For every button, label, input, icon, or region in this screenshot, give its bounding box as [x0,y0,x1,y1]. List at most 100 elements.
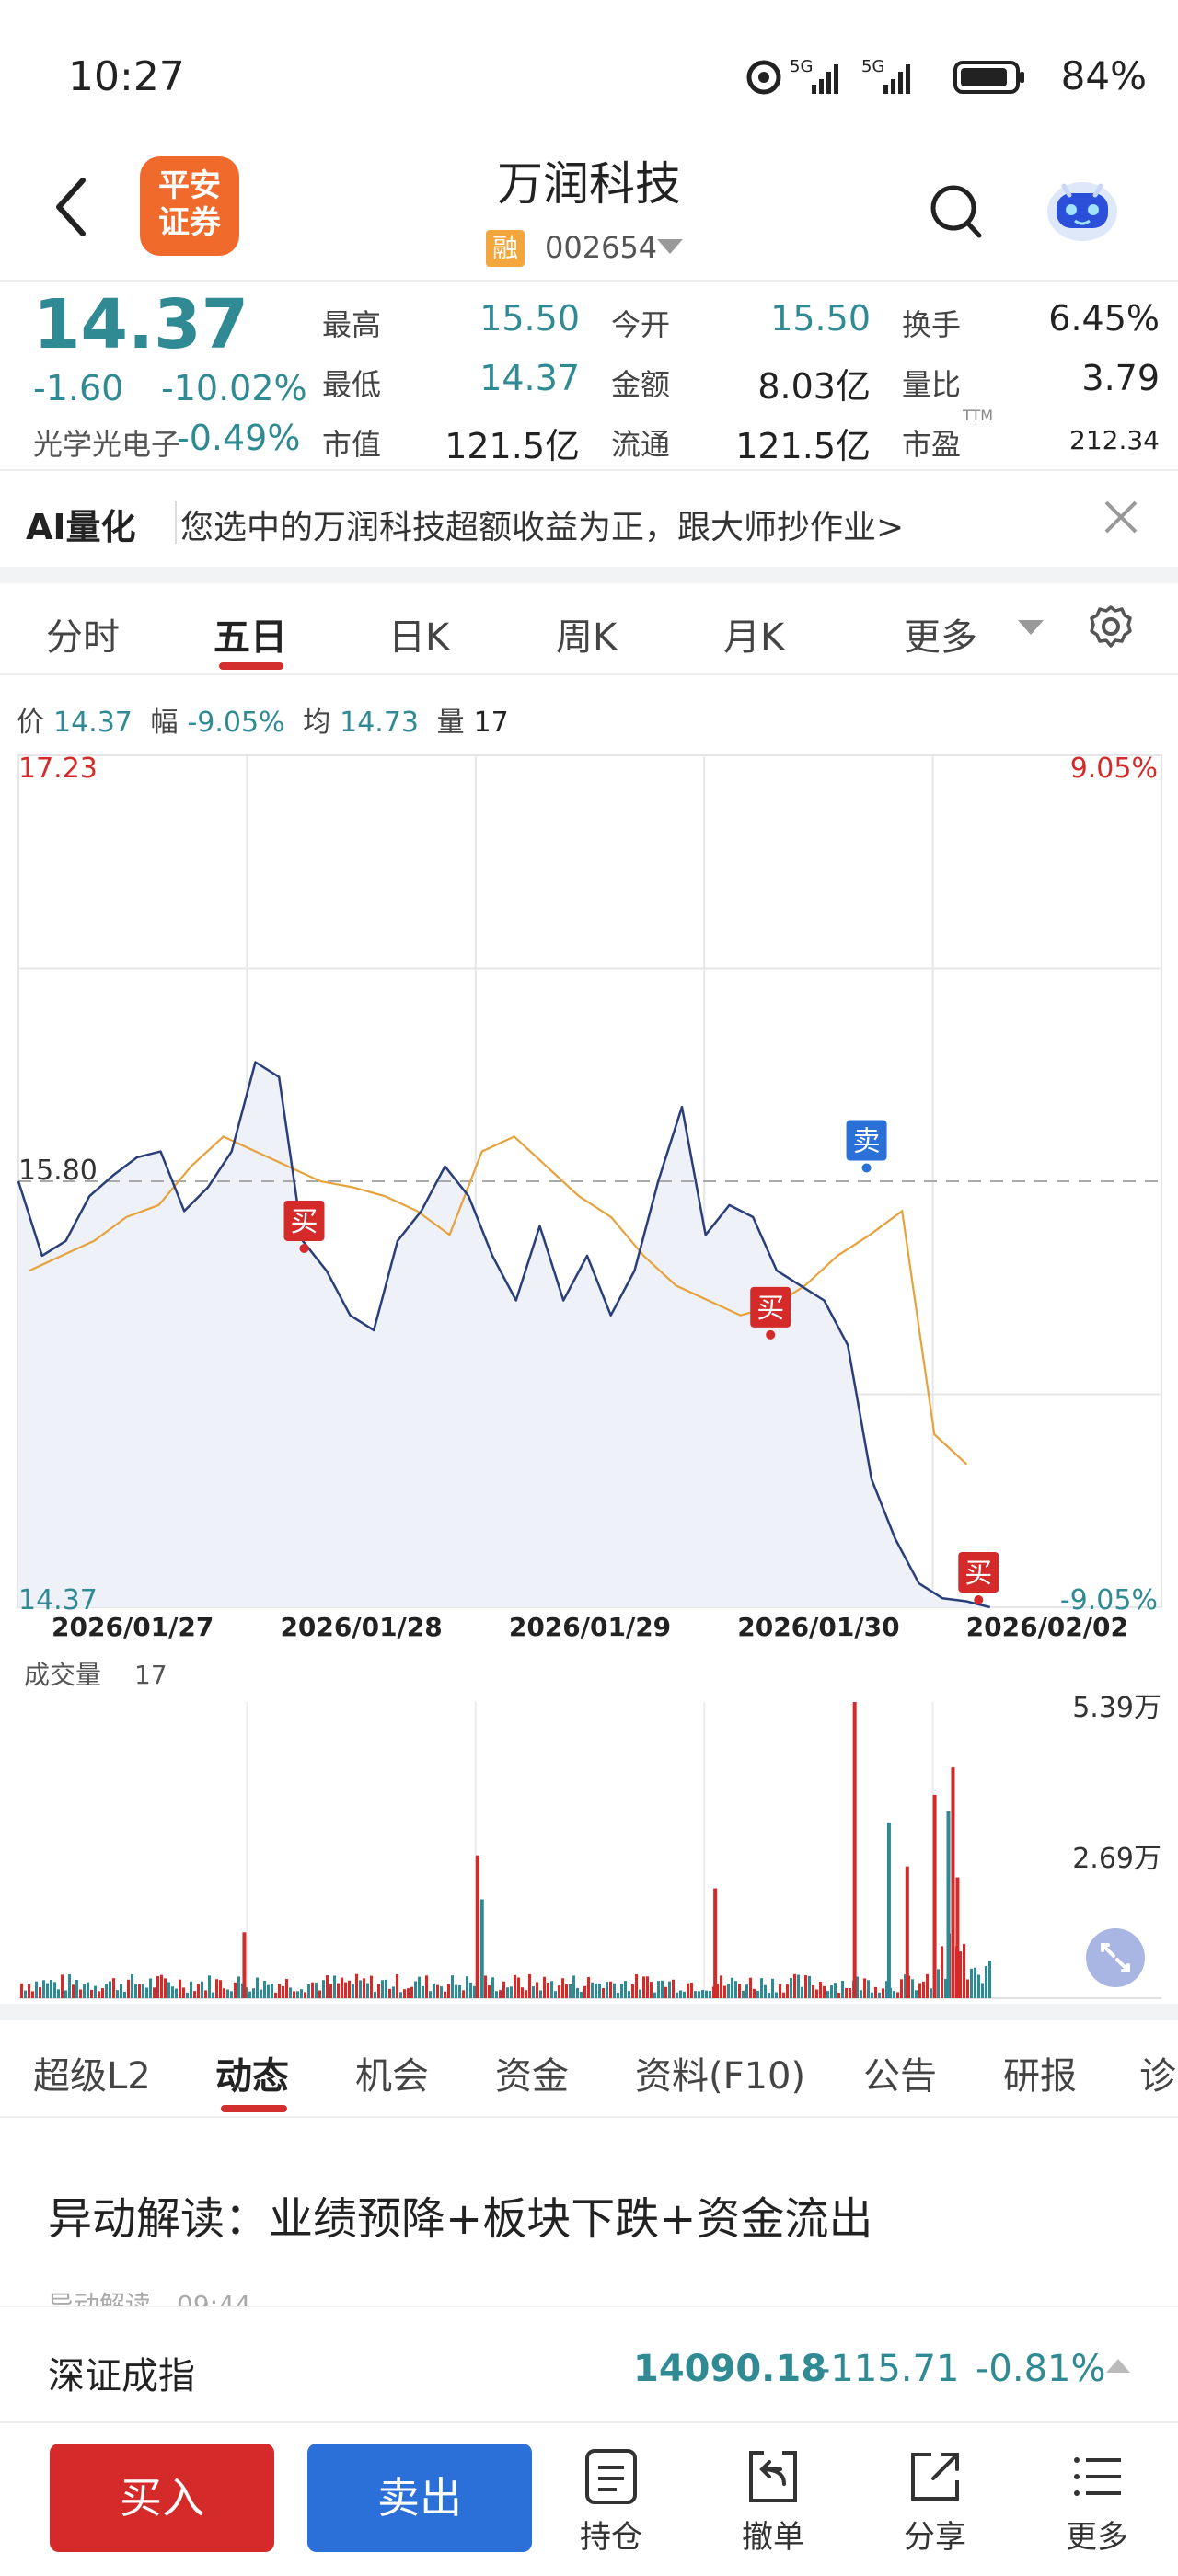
ai-robot-icon[interactable] [1040,166,1125,250]
volume-bar [289,1987,292,1998]
volume-bar [834,1983,837,1998]
volume-bar [392,1986,395,1998]
volume-bar [525,1990,527,1998]
volume-bar [808,1975,811,1998]
tab-dynamics[interactable]: 动态 [215,2046,289,2099]
price-chart[interactable]: 买买卖买 17.23 15.80 14.37 9.05% -9.05% 2026… [0,750,1178,1647]
volume-bar [120,1984,122,1998]
settings-gear-icon[interactable] [1088,604,1134,650]
nav-share[interactable]: 分享 [880,2447,990,2557]
nav-positions[interactable]: 持仓 [556,2447,666,2557]
volume-bar [230,1991,233,1998]
fullscreen-icon[interactable] [1086,1928,1145,1987]
ai-promo-link[interactable]: 您选中的万润科技超额收益为正，跟大师抄作业> [180,500,904,548]
tab-more[interactable]: 更多 [904,607,977,661]
chevron-up-icon[interactable] [1106,2359,1130,2373]
section-gap [0,567,1178,583]
volume-bar [370,1975,373,1998]
volume-bar [381,1980,384,1998]
search-icon[interactable] [928,180,983,245]
nav-cancel-order[interactable]: 撤单 [718,2447,828,2557]
tab-opportunity[interactable]: 机会 [355,2046,429,2099]
volume-bar [61,1974,64,1998]
volume-bar [352,1984,354,1998]
close-icon[interactable] [1101,497,1141,537]
volume-bar [429,1991,432,1998]
volume-bar [749,1977,752,1998]
volume-bar [252,1988,255,1998]
volume-bar [237,1976,240,1998]
volume-bar [167,1982,170,1998]
tab-daily-k[interactable]: 日K [388,607,449,661]
volume-bar [83,1984,86,1998]
volume-bar [322,1980,325,1998]
buy-button[interactable]: 买入 [50,2444,274,2552]
chevron-down-icon[interactable] [657,239,683,254]
volume-bar [926,1973,929,1998]
volume-bar [863,1978,866,1998]
sell-button[interactable]: 卖出 [307,2444,532,2552]
volume-mid-label: 2.69万 [1072,1843,1161,1875]
float-cap-value: 121.5亿 [735,426,871,466]
volume-bar [587,1976,590,1998]
chevron-down-icon[interactable] [1018,620,1044,635]
volume-bar [186,1992,189,1998]
volume-bar [826,1991,829,1998]
volume-bar [396,1973,398,1998]
volume-bars [20,1702,991,1998]
tab-monthly-k[interactable]: 月K [723,607,784,661]
last-price: 14.37 [33,285,249,364]
volume-bar [149,1978,152,1998]
volume-bar [815,1989,818,1998]
volume-bar [374,1991,376,1998]
y-top-label: 17.23 [18,753,98,785]
volume-chart[interactable]: 成交量 17 5.39万 2.69万 [0,1647,1178,2006]
news-headline[interactable]: 异动解读：业绩预降+板块下跌+资金流出 [48,2182,872,2247]
volume-bar [867,1980,870,1998]
info-avg: 14.73 [340,707,420,739]
info-vol-label: 量 [436,707,465,739]
volume-bar [731,1977,733,1998]
volume-bar [138,1984,141,1998]
volume-bar [473,1985,476,1998]
volume-bar [860,1990,862,1998]
volume-bar [591,1982,594,1998]
pe-ttm-sup: TTM [963,407,994,424]
volume-bar [650,1982,653,1998]
volume-bar [745,1984,748,1998]
volume-spike [713,1888,718,1998]
tab-announcements[interactable]: 公告 [863,2046,937,2099]
volume-bar [260,1989,262,1998]
y-mid-label: 15.80 [18,1155,98,1187]
volume-bar [539,1990,542,1998]
volume-bar [595,1984,597,1998]
volume-bar [804,1975,807,1998]
pe-value: 212.34 [1069,425,1160,455]
nav-more[interactable]: 更多 [1042,2447,1152,2557]
tab-intraday[interactable]: 分时 [46,607,120,661]
volume-bar [580,1991,583,1998]
volume-bar [256,1977,259,1998]
high-label: 最高 [322,307,382,342]
tab-weekly-k[interactable]: 周K [556,607,617,661]
tab-diagnosis[interactable]: 诊 [1139,2046,1176,2099]
volume-bar [900,1979,903,1998]
tab-five-day[interactable]: 五日 [214,607,287,661]
price-change: -1.60 [33,368,124,408]
volume-bar [90,1989,93,1998]
x-date-label: 2026/01/28 [280,1612,442,1642]
volume-bar [543,1976,546,1998]
sell-marker: 卖 [846,1120,887,1173]
stock-code[interactable]: 002654 [545,230,657,265]
volume-bar [705,1990,708,1998]
tab-f10[interactable]: 资料(F10) [635,2046,805,2099]
volume-bar [79,1989,82,1998]
tab-level2[interactable]: 超级L2 [33,2046,151,2099]
tab-research[interactable]: 研报 [1003,2046,1077,2099]
sector-name[interactable]: 光学光电子 [33,421,180,464]
volume-bar [598,1983,601,1998]
tab-funds[interactable]: 资金 [495,2046,569,2099]
volume-bar [930,1988,932,1998]
marker-label: 买 [964,1558,992,1590]
status-bar: 10:27 5G 5G 84% [0,0,1178,156]
